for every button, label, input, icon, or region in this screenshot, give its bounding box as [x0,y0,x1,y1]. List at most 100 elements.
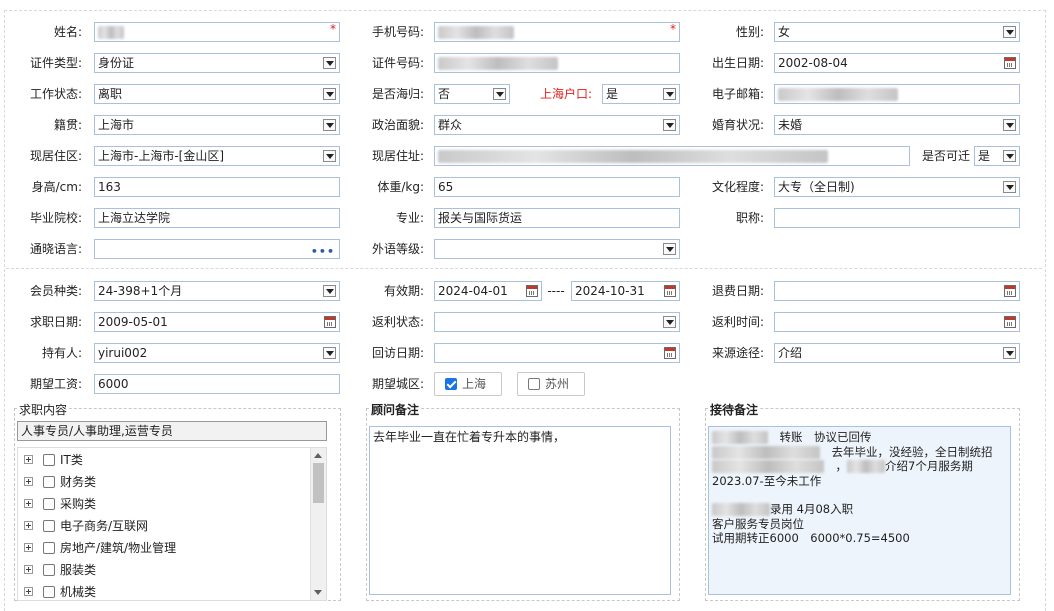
chevron-down-icon[interactable] [323,347,336,359]
chevron-down-icon[interactable] [323,88,336,100]
current-area-select[interactable]: 上海市-上海市-[金山区] [94,146,340,166]
source-select[interactable]: 介绍 [774,343,1020,363]
language-input[interactable]: ••• [94,239,340,259]
chevron-down-icon[interactable] [1003,26,1016,38]
advisor-notes-textarea[interactable]: 去年毕业一直在忙着专升本的事情， [369,426,671,595]
chevron-down-icon[interactable] [663,88,676,100]
phone-label: 手机号码: [371,25,424,39]
chevron-down-icon[interactable] [1003,347,1016,359]
reception-notes-textarea[interactable]: 转账 协议已回传 去年毕业，没经验，全日制统招 ，介绍7个月服务期 2023.0… [708,426,1011,595]
calendar-icon[interactable] [1004,316,1016,328]
expand-icon[interactable] [24,455,33,464]
tree-item-label: IT类 [60,453,83,467]
current-area-label: 现居住区: [29,149,82,163]
tree-item[interactable]: 机械类 [18,581,326,600]
birth-date-input[interactable]: 2002-08-04 [774,53,1020,73]
calendar-icon[interactable] [664,347,676,359]
city-option-shanghai[interactable]: 上海 [434,372,502,396]
political-select[interactable]: 群众 [434,115,680,135]
title-input[interactable] [774,208,1020,228]
expand-icon[interactable] [24,499,33,508]
chevron-down-icon[interactable] [1003,150,1016,162]
validity-end-input[interactable]: 2024-10-31 [571,281,680,301]
calendar-icon[interactable] [1004,285,1016,297]
member-type-select[interactable]: 24-398+1个月 [94,281,340,301]
chevron-down-icon[interactable] [323,150,336,162]
expand-icon[interactable] [24,521,33,530]
job-seek-date-input[interactable]: 2009-05-01 [94,312,340,332]
work-status-select[interactable]: 离职 [94,84,340,104]
phone-input[interactable]: * [434,22,680,42]
checkbox-checked-icon[interactable] [445,377,457,390]
tree-item[interactable]: 财务类 [18,471,326,493]
native-place-select[interactable]: 上海市 [94,115,340,135]
job-content-selected[interactable]: 人事专员/人事助理,运营专员 [17,421,327,441]
checkbox-icon[interactable] [43,519,55,532]
tree-item[interactable]: 服装类 [18,559,326,581]
height-input[interactable]: 163 [94,177,340,197]
required-mark: * [670,22,676,36]
tree-item[interactable]: 房地产/建筑/物业管理 [18,537,326,559]
tree-item[interactable]: 采购类 [18,493,326,515]
rebate-time-input[interactable] [774,312,1020,332]
checkbox-icon[interactable] [43,563,55,576]
hukou-select[interactable]: 是 [602,84,680,104]
email-label: 电子邮箱: [711,87,764,101]
more-icon[interactable]: ••• [311,243,335,258]
expected-salary-input[interactable]: 6000 [94,374,340,394]
job-category-tree[interactable]: IT类财务类 采购类 电子商务/互联网 房地产/建筑/物业管理 服装类 机械类 [17,447,327,601]
checkbox-icon[interactable] [43,497,55,510]
weight-input[interactable]: 65 [434,177,680,197]
scrollbar[interactable] [310,448,326,600]
chevron-down-icon[interactable] [663,119,676,131]
marital-select[interactable]: 未婚 [774,115,1020,135]
chevron-down-icon[interactable] [323,57,336,69]
political-label: 政治面貌: [371,118,424,132]
chevron-down-icon[interactable] [323,119,336,131]
chevron-down-icon[interactable] [493,88,506,100]
chevron-down-icon[interactable] [663,243,676,255]
calendar-icon[interactable] [526,285,538,297]
chevron-down-icon[interactable] [1003,119,1016,131]
revisit-date-input[interactable] [434,343,680,363]
education-select[interactable]: 大专（全日制) [774,177,1020,197]
calendar-icon[interactable] [324,316,336,328]
chevron-down-icon[interactable] [663,316,676,328]
major-input[interactable]: 报关与国际货运 [434,208,680,228]
chevron-down-icon[interactable] [323,285,336,297]
tree-item[interactable]: IT类 [18,449,326,471]
expand-icon[interactable] [24,565,33,574]
validity-start-input[interactable]: 2024-04-01 [434,281,542,301]
tree-item[interactable]: 电子商务/互联网 [18,515,326,537]
scroll-up-icon[interactable] [314,453,322,458]
checkbox-icon[interactable] [43,585,55,598]
expand-icon[interactable] [24,477,33,486]
expand-icon[interactable] [24,543,33,552]
id-number-input[interactable] [434,53,680,73]
id-type-select[interactable]: 身份证 [94,53,340,73]
rebate-status-select[interactable] [434,312,680,332]
gender-select[interactable]: 女 [774,22,1020,42]
holder-select[interactable]: yirui002 [94,343,340,363]
refund-date-input[interactable] [774,281,1020,301]
city-option-suzhou[interactable]: 苏州 [517,372,585,396]
title-label: 职称: [735,211,764,225]
checkbox-icon[interactable] [43,453,55,466]
chevron-down-icon[interactable] [1003,181,1016,193]
calendar-icon[interactable] [664,285,676,297]
email-input[interactable] [774,84,1020,104]
school-input[interactable]: 上海立达学院 [94,208,340,228]
checkbox-icon[interactable] [43,475,55,488]
overseas-select[interactable]: 否 [434,84,510,104]
expand-icon[interactable] [24,587,33,596]
note-line: ，介绍7个月服务期 [712,459,1007,474]
scroll-down-icon[interactable] [314,590,322,595]
checkbox-icon[interactable] [528,377,540,390]
name-input[interactable]: * [94,22,340,42]
current-address-input[interactable] [434,146,910,166]
foreign-level-select[interactable] [434,239,680,259]
calendar-icon[interactable] [1004,57,1016,69]
scroll-thumb[interactable] [313,463,324,503]
relocatable-select[interactable]: 是 [974,146,1020,166]
checkbox-icon[interactable] [43,541,55,554]
